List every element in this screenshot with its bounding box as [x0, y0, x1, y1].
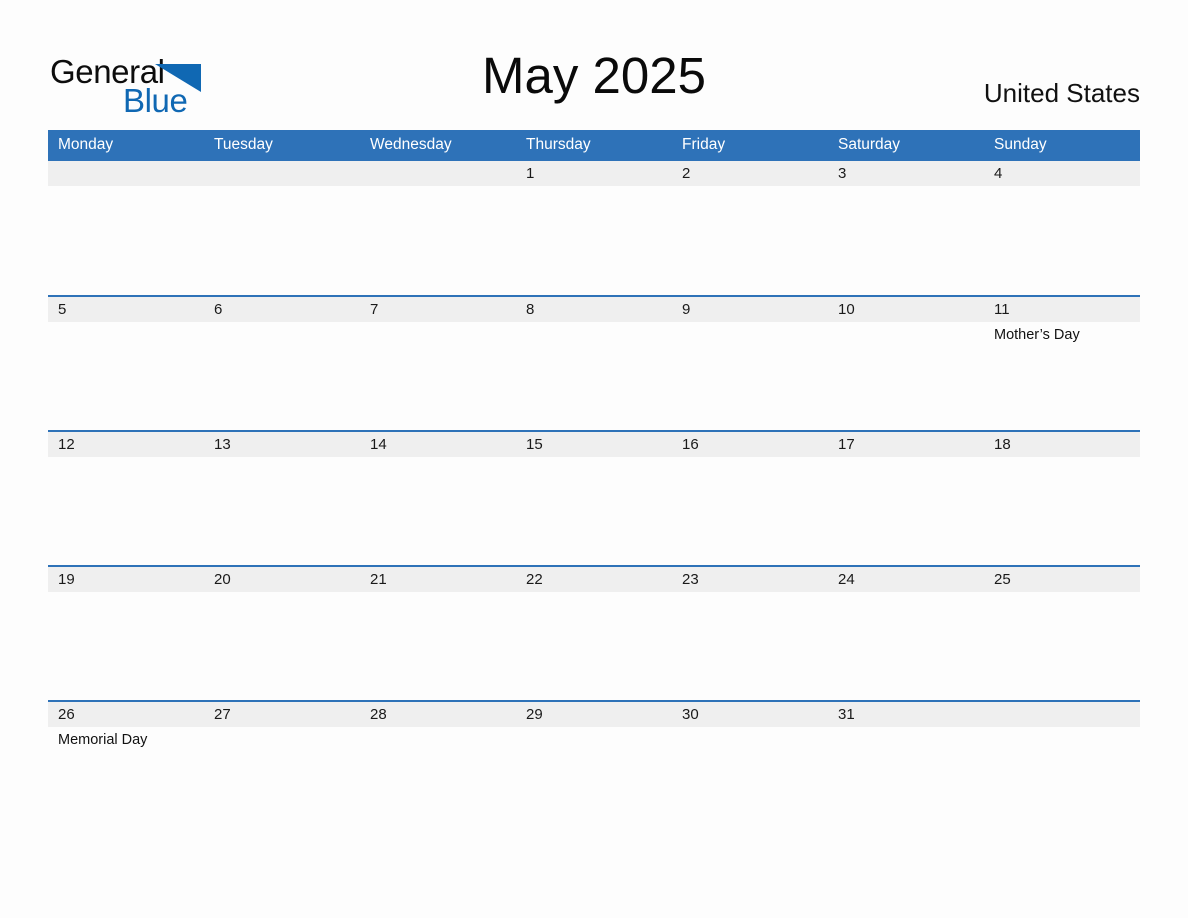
day-number: 12: [48, 432, 204, 457]
calendar-day-cell[interactable]: 8: [516, 295, 672, 431]
calendar-week-row: 1234: [48, 161, 1140, 296]
calendar-day-cell-empty: [48, 161, 204, 296]
calendar-day-cell[interactable]: 2: [672, 161, 828, 296]
day-number: 28: [360, 702, 516, 727]
day-number: 2: [672, 161, 828, 186]
day-number: 14: [360, 432, 516, 457]
calendar-day-cell[interactable]: 15: [516, 430, 672, 566]
calendar-day-cell[interactable]: 27: [204, 700, 360, 836]
day-number: 16: [672, 432, 828, 457]
weekday-header-sunday: Sunday: [984, 130, 1140, 161]
calendar-body: 1 2 3 4 5 6 7 8 9 10 11 Mother’s Day 12 13 14 15 16 17 18 1…: [48, 161, 1140, 836]
day-number: [984, 702, 1140, 727]
calendar-week-row: 19 20 21 22 23 24 25: [48, 565, 1140, 701]
page-header: General Blue May 2025 United States: [48, 40, 1140, 120]
event-label: Memorial Day: [58, 732, 148, 748]
day-number: 25: [984, 567, 1140, 592]
day-number: 26: [48, 702, 204, 727]
day-events: Memorial Day: [48, 727, 204, 750]
day-number: 5: [48, 297, 204, 322]
day-number: 10: [828, 297, 984, 322]
day-number: [204, 161, 360, 186]
day-number: 19: [48, 567, 204, 592]
calendar-day-cell[interactable]: 12: [48, 430, 204, 566]
calendar-day-cell-empty: [204, 161, 360, 296]
day-number: 20: [204, 567, 360, 592]
calendar-day-cell[interactable]: 17: [828, 430, 984, 566]
day-number: 24: [828, 567, 984, 592]
calendar-day-cell[interactable]: 19: [48, 565, 204, 701]
calendar-day-cell[interactable]: 1: [516, 161, 672, 296]
day-number: 9: [672, 297, 828, 322]
day-number: 17: [828, 432, 984, 457]
event-label: Mother’s Day: [994, 327, 1080, 343]
calendar-day-cell[interactable]: 21: [360, 565, 516, 701]
calendar-day-cell[interactable]: 25: [984, 565, 1140, 701]
calendar-day-cell[interactable]: 26 Memorial Day: [48, 700, 204, 836]
day-number: 22: [516, 567, 672, 592]
calendar-page: General Blue May 2025 United States Mond…: [0, 0, 1188, 918]
day-number: 29: [516, 702, 672, 727]
calendar-day-cell[interactable]: 4: [984, 161, 1140, 296]
day-number: 1: [516, 161, 672, 186]
day-number: 21: [360, 567, 516, 592]
day-number: 6: [204, 297, 360, 322]
weekday-header-tuesday: Tuesday: [204, 130, 360, 161]
day-number: 11: [984, 297, 1140, 322]
calendar-day-cell[interactable]: 11 Mother’s Day: [984, 295, 1140, 431]
day-number: [360, 161, 516, 186]
day-number: 18: [984, 432, 1140, 457]
weekday-header-friday: Friday: [672, 130, 828, 161]
day-number: [48, 161, 204, 186]
weekday-header-wednesday: Wednesday: [360, 130, 516, 161]
day-number: 7: [360, 297, 516, 322]
calendar-day-cell-empty: [984, 700, 1140, 836]
calendar-day-cell[interactable]: 14: [360, 430, 516, 566]
day-number: 30: [672, 702, 828, 727]
weekday-header-row: Monday Tuesday Wednesday Thursday Friday…: [48, 130, 1140, 161]
calendar-day-cell[interactable]: 30: [672, 700, 828, 836]
day-number: 23: [672, 567, 828, 592]
calendar-day-cell[interactable]: 5: [48, 295, 204, 431]
day-number: 31: [828, 702, 984, 727]
weekday-header-thursday: Thursday: [516, 130, 672, 161]
country-label: United States: [983, 78, 1140, 108]
calendar-day-cell[interactable]: 18: [984, 430, 1140, 566]
page-title: May 2025: [482, 47, 706, 104]
calendar-day-cell[interactable]: 22: [516, 565, 672, 701]
day-number: 27: [204, 702, 360, 727]
calendar-grid: Monday Tuesday Wednesday Thursday Friday…: [48, 130, 1140, 836]
calendar-week-row: 12 13 14 15 16 17 18: [48, 430, 1140, 566]
calendar-day-cell[interactable]: 10: [828, 295, 984, 431]
calendar-day-cell[interactable]: 9: [672, 295, 828, 431]
calendar-day-cell[interactable]: 31: [828, 700, 984, 836]
calendar-week-row: 26 Memorial Day 27 28 29 30 31: [48, 700, 1140, 836]
weekday-header-monday: Monday: [48, 130, 204, 161]
calendar-day-cell-empty: [360, 161, 516, 296]
calendar-day-cell[interactable]: 7: [360, 295, 516, 431]
calendar-day-cell[interactable]: 23: [672, 565, 828, 701]
day-number: 4: [984, 161, 1140, 186]
calendar-week-row: 5 6 7 8 9 10 11 Mother’s Day: [48, 295, 1140, 431]
calendar-day-cell[interactable]: 20: [204, 565, 360, 701]
day-number: 8: [516, 297, 672, 322]
calendar-day-cell[interactable]: 28: [360, 700, 516, 836]
day-number: 15: [516, 432, 672, 457]
day-number: 3: [828, 161, 984, 186]
day-events: Mother’s Day: [984, 322, 1140, 345]
calendar-day-cell[interactable]: 6: [204, 295, 360, 431]
day-number: 13: [204, 432, 360, 457]
weekday-header-saturday: Saturday: [828, 130, 984, 161]
calendar-day-cell[interactable]: 13: [204, 430, 360, 566]
calendar-day-cell[interactable]: 24: [828, 565, 984, 701]
calendar-day-cell[interactable]: 29: [516, 700, 672, 836]
calendar-day-cell[interactable]: 16: [672, 430, 828, 566]
calendar-day-cell[interactable]: 3: [828, 161, 984, 296]
